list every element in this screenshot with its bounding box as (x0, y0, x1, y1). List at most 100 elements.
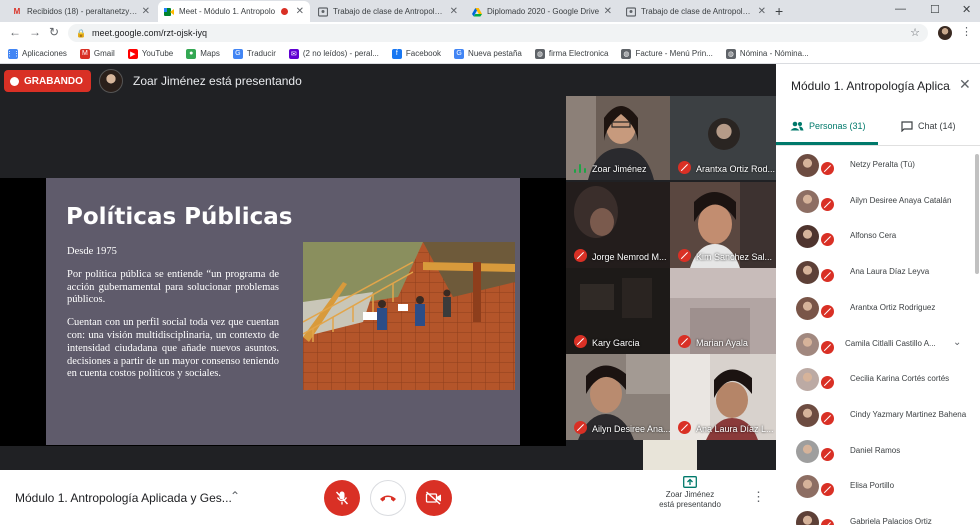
browser-tab-classroom[interactable]: Trabajo de clase de Antropología ✕ (312, 1, 464, 22)
bookmark-item[interactable]: ◍ Facture - Menú Prin... (621, 48, 713, 59)
browser-tab-strip: M Recibidos (18) - peraltanetzy@gm ✕ Mee… (0, 0, 980, 22)
maximize-icon[interactable]: ☐ (930, 3, 940, 16)
browser-tab-gmail[interactable]: M Recibidos (18) - peraltanetzy@gm ✕ (6, 1, 156, 22)
camera-toggle-button[interactable] (416, 480, 452, 516)
mic-off-icon (821, 411, 834, 425)
participant-tile-arantxa[interactable]: Arantxa Ortiz Rod... (670, 96, 776, 180)
close-tab-icon[interactable]: ✕ (142, 6, 150, 17)
camera-off-icon (425, 491, 441, 505)
close-tab-icon[interactable]: ✕ (604, 6, 612, 17)
recording-dot-icon (280, 8, 288, 15)
bookmark-item[interactable]: ◍ Nómina - Nómina... (725, 48, 809, 59)
mic-off-icon (821, 197, 834, 211)
chevron-down-icon[interactable]: ⌄ (953, 337, 961, 348)
participant-tile-ana-laura[interactable]: Ana Laura Díaz L... (670, 354, 776, 440)
people-list-scrollbar[interactable] (975, 154, 979, 274)
browser-tab-classroom-2[interactable]: Trabajo de clase de Antropología ✕ (620, 1, 772, 22)
browser-menu-icon[interactable]: ⋮ (961, 25, 972, 38)
participant-row[interactable]: Arantxa Ortiz Rodriguez (776, 291, 972, 327)
leave-call-button[interactable] (370, 480, 406, 516)
participant-name: Gabriela Palacios Ortiz (850, 517, 932, 525)
bookmark-item[interactable]: ✉ (2 no leídos) - peral... (288, 48, 379, 59)
mic-off-icon (574, 249, 587, 262)
participant-tile-marian[interactable]: Marian Ayala (670, 268, 776, 354)
participant-name: Marian Ayala (696, 338, 748, 348)
browser-tab-drive[interactable]: Diplomado 2020 - Google Drive ✕ (466, 1, 618, 22)
bookmark-label: Nómina - Nómina... (739, 49, 809, 58)
participant-name: Cecilia Karina Cortés cortés (850, 374, 950, 384)
participant-row[interactable]: Cecilia Karina Cortés cortés (776, 362, 972, 398)
bookmark-label: Traducir (246, 49, 276, 58)
bookmark-star-icon[interactable]: ☆ (910, 26, 920, 39)
participant-row[interactable]: Netzy Peralta (Tú) (776, 148, 972, 184)
new-tab-button[interactable]: + (775, 3, 783, 19)
forward-icon[interactable]: → (29, 25, 41, 39)
participant-row[interactable]: Cindy Yazmary Martinez Bahena (776, 398, 972, 434)
speaking-indicator-icon (574, 163, 586, 173)
bookmark-item[interactable]: ● Maps (186, 48, 220, 59)
close-panel-icon[interactable]: ✕ (959, 76, 971, 93)
participant-tile-jorge[interactable]: Jorge Nemrod M... (566, 182, 670, 268)
participant-row[interactable]: Ailyn Desiree Anaya Catalán (776, 184, 972, 220)
participant-row[interactable]: Daniel Ramos (776, 434, 972, 470)
participant-tile-kary[interactable]: Kary Garcia (566, 268, 670, 354)
participant-tile-ailyn[interactable]: Ailyn Desiree Ana... (566, 354, 670, 440)
reload-icon[interactable]: ↻ (49, 25, 59, 39)
slide-title: Políticas Públicas (66, 204, 293, 230)
back-icon[interactable]: ← (9, 25, 21, 39)
bookmarks-bar: ⋮⋮ Aplicaciones M Gmail ▶ YouTube ● Maps G Traduc… (0, 44, 980, 64)
panel-title: Módulo 1. Antropología Aplica... (791, 79, 951, 93)
profile-avatar[interactable] (938, 26, 952, 40)
bookmark-item[interactable]: ⋮⋮ Aplicaciones (6, 48, 67, 59)
presentation-slide: Políticas Públicas Desde 1975 Por políti… (46, 178, 520, 445)
mic-off-icon (574, 421, 587, 434)
mic-off-icon (335, 491, 349, 505)
bookmark-item[interactable]: ◍ firma Electronica (534, 48, 608, 59)
presenter-avatar (99, 69, 123, 93)
address-bar[interactable]: 🔒 meet.google.com/rzt-ojsk-iyq ☆ (68, 24, 928, 42)
presenting-button-line1: Zoar Jiménez (665, 490, 715, 499)
bookmark-label: Aplicaciones (22, 49, 67, 58)
browser-tab-meet[interactable]: Meet - Módulo 1. Antropolo ✕ (158, 1, 310, 22)
meeting-controls-bar: Módulo 1. Antropología Aplicada y Ges...… (0, 470, 776, 525)
bookmark-item[interactable]: ▶ YouTube (127, 48, 173, 59)
close-tab-icon[interactable]: ✕ (296, 6, 304, 17)
tab-title: Trabajo de clase de Antropología (333, 7, 446, 16)
close-tab-icon[interactable]: ✕ (450, 6, 458, 17)
minimize-icon[interactable]: — (895, 3, 906, 15)
participant-avatar (796, 368, 819, 392)
close-tab-icon[interactable]: ✕ (758, 6, 766, 17)
record-dot-icon (10, 76, 19, 86)
participant-avatar (796, 296, 819, 320)
participant-name: Kary Garcia (592, 338, 640, 348)
participant-name: Elisa Portillo (850, 481, 895, 491)
screen-share-view[interactable]: Políticas Públicas Desde 1975 Por políti… (0, 178, 566, 446)
chevron-up-icon[interactable]: ⌃ (230, 489, 240, 503)
bookmark-label: Maps (200, 49, 220, 58)
tab-people[interactable]: Personas (31) (790, 114, 866, 138)
bookmark-item[interactable]: G Traducir (232, 48, 276, 59)
close-window-icon[interactable]: ✕ (962, 3, 971, 16)
participant-row[interactable]: Camila Citlalli Castillo A... ⌄ (776, 327, 972, 363)
participant-avatar (796, 332, 819, 356)
gmail-icon: M (79, 48, 90, 59)
participant-row[interactable]: Ana Laura Díaz Leyva (776, 255, 972, 291)
participant-name: Ana Laura Díaz L... (696, 424, 774, 434)
bookmark-item[interactable]: G Nueva pestaña (454, 48, 522, 59)
participant-tile-zoar-jimenez[interactable]: Zoar Jiménez (566, 96, 670, 180)
participant-name: Cindy Yazmary Martinez Bahena (850, 409, 967, 419)
bookmark-item[interactable]: M Gmail (79, 48, 115, 59)
participant-row[interactable]: Gabriela Palacios Ortiz (776, 505, 972, 525)
participant-row[interactable]: Elisa Portillo (776, 469, 972, 505)
participant-tile-partial[interactable] (643, 440, 697, 470)
presenting-status-button[interactable]: Zoar Jiménez está presentando (650, 476, 730, 511)
participant-tile-kim[interactable]: Kim Sanchez Sal... (670, 182, 776, 268)
youtube-icon: ▶ (127, 48, 138, 59)
classroom-icon (318, 6, 328, 17)
participant-row[interactable]: Alfonso Cera (776, 219, 972, 255)
more-options-icon[interactable]: ⋮ (752, 489, 765, 505)
mic-toggle-button[interactable] (324, 480, 360, 516)
meeting-title[interactable]: Módulo 1. Antropología Aplicada y Ges... (15, 491, 232, 505)
tab-chat[interactable]: Chat (14) (901, 114, 956, 138)
bookmark-item[interactable]: f Facebook (391, 48, 441, 59)
